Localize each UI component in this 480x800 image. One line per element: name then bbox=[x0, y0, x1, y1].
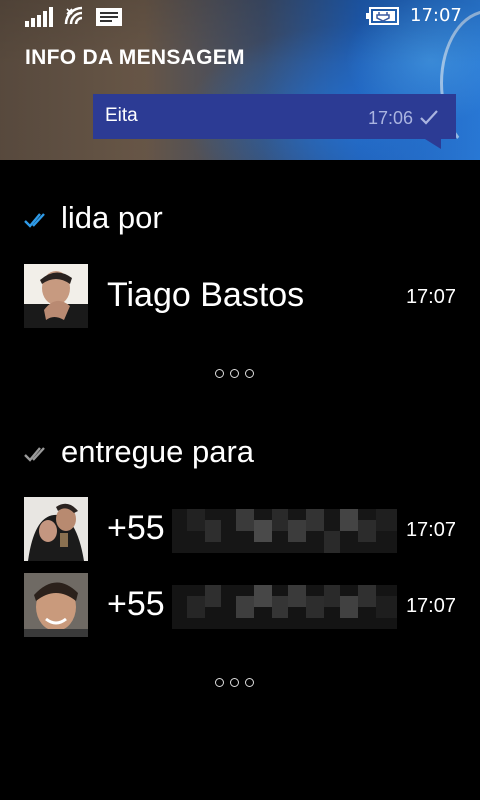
double-check-gray-icon bbox=[24, 447, 45, 462]
page-title: INFO DA MENSAGEM bbox=[25, 46, 245, 69]
message-bubble-tail bbox=[425, 139, 441, 149]
avatar bbox=[24, 264, 88, 328]
double-check-blue-icon bbox=[24, 213, 45, 228]
single-check-icon bbox=[420, 110, 438, 125]
section-label-read-by: lida por bbox=[61, 200, 163, 235]
wifi-icon bbox=[64, 6, 83, 25]
contact-row[interactable]: +55 17:07 bbox=[24, 573, 456, 637]
more-dots-icon[interactable] bbox=[215, 363, 265, 378]
message-time: 17:06 bbox=[368, 108, 414, 128]
message-bubble[interactable]: Eita 17:06 bbox=[93, 94, 456, 139]
contact-name: Tiago Bastos bbox=[107, 276, 305, 314]
battery-charging-icon bbox=[366, 7, 399, 25]
contact-time: 17:07 bbox=[405, 286, 456, 308]
message-icon bbox=[96, 8, 122, 26]
avatar bbox=[24, 573, 88, 637]
contact-row[interactable]: Tiago Bastos 17:07 bbox=[24, 264, 456, 328]
contact-row[interactable]: +55 17:07 bbox=[24, 497, 456, 561]
status-bar: 17:07 bbox=[0, 0, 480, 32]
contact-name: +55 bbox=[107, 585, 165, 623]
redacted-phone-number bbox=[172, 509, 397, 553]
section-label-delivered-to: entregue para bbox=[61, 434, 255, 469]
contact-time: 17:07 bbox=[405, 519, 456, 541]
contact-name: +55 bbox=[107, 509, 165, 547]
more-dots-icon[interactable] bbox=[215, 672, 265, 687]
signal-icon bbox=[25, 7, 53, 27]
status-time: 17:07 bbox=[410, 5, 462, 26]
redacted-phone-number bbox=[172, 585, 397, 629]
contact-time: 17:07 bbox=[405, 595, 456, 617]
message-text: Eita bbox=[105, 105, 138, 126]
avatar bbox=[24, 497, 88, 561]
